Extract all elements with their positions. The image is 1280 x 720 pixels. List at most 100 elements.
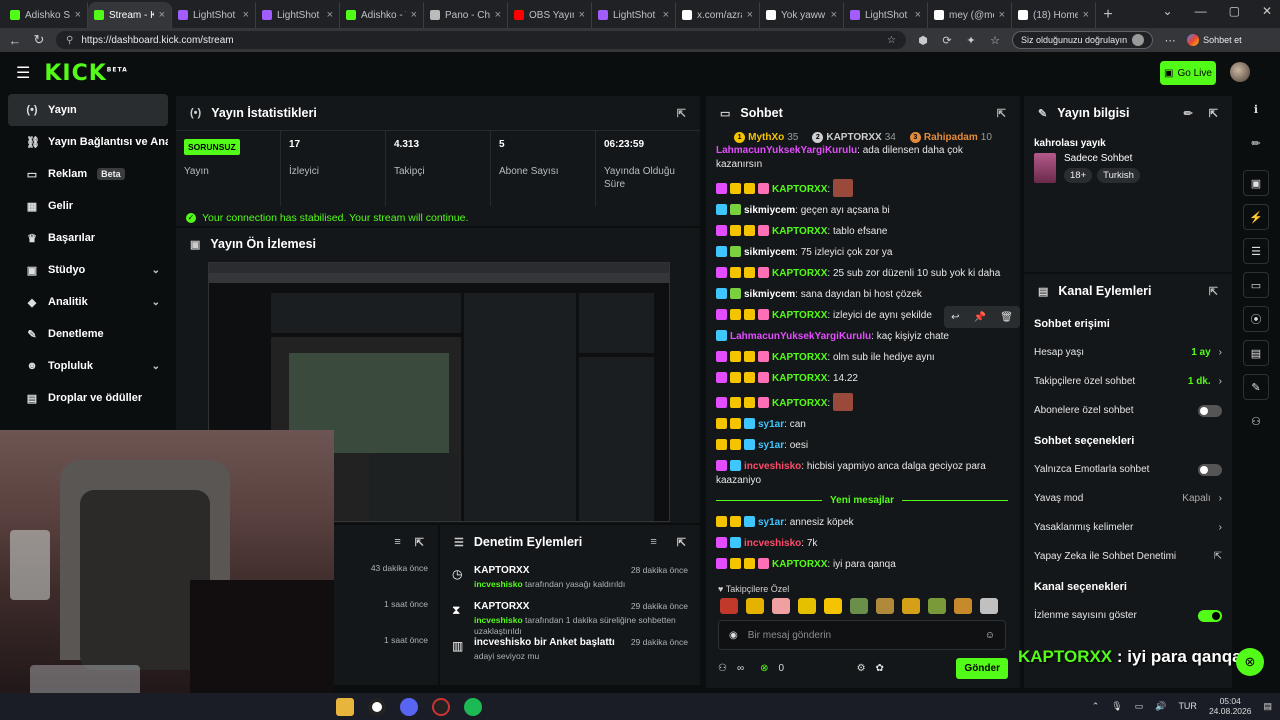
chat-message[interactable]: KAPTORXX: xyxy=(716,179,1008,197)
close-tab-icon[interactable]: × xyxy=(411,9,417,21)
moderation-entry[interactable]: ◷ KAPTORXX 28 dakika önce incveshisko taraf… xyxy=(440,559,700,595)
chat-message[interactable]: KAPTORXX: 14.22 xyxy=(716,372,1008,386)
volume-icon[interactable]: 🔊 xyxy=(1155,701,1166,712)
browser-tab[interactable]: LightShot tar × xyxy=(172,2,256,28)
chat-input[interactable]: ◉ Bir mesaj gönderin ☺ xyxy=(718,620,1006,650)
popout-icon[interactable]: ⇱ xyxy=(1209,107,1218,120)
browser-tab[interactable]: LightShot tar × xyxy=(844,2,928,28)
moderation-entry[interactable]: ▥ incveshisko bir Anket başlattı 29 dakika… xyxy=(440,631,700,667)
sidebar-item[interactable]: ♛ Başarılar xyxy=(8,222,168,254)
chat-message[interactable]: KAPTORXX: xyxy=(716,393,1008,411)
chat-widget-icon[interactable]: ▭ xyxy=(1243,272,1269,298)
tag-badge[interactable]: 18+ xyxy=(1064,168,1093,183)
chat-username[interactable]: KAPTORXX xyxy=(772,352,827,363)
browser-tab[interactable]: Stream - Kick × xyxy=(88,2,172,28)
screen-recorder-icon[interactable] xyxy=(432,697,450,716)
chat-username[interactable]: KAPTORXX xyxy=(772,373,827,384)
chat-username[interactable]: sy1ar xyxy=(758,419,784,430)
setting-row[interactable]: Takipçilere özel sohbet 1 dk. › xyxy=(1024,367,1232,396)
popout-icon[interactable]: ⇱ xyxy=(997,107,1006,120)
chat-username[interactable]: sy1ar xyxy=(758,440,784,451)
link-icon[interactable]: ∞ xyxy=(737,663,744,674)
close-tab-icon[interactable]: × xyxy=(1083,9,1089,21)
chat-message[interactable]: sy1ar: annesiz köpek xyxy=(716,516,1008,530)
stats-widget-icon[interactable]: ▣ xyxy=(1243,170,1269,196)
chat-message[interactable]: KAPTORXX: olm sub ile hediye aynı xyxy=(716,351,1008,365)
setting-row[interactable]: Abonelere özel sohbet xyxy=(1024,396,1232,425)
obs-icon[interactable] xyxy=(368,697,386,716)
discord-icon[interactable] xyxy=(400,697,418,716)
extensions-puzzle-icon[interactable]: ✦ xyxy=(964,34,978,47)
chevron-right-icon[interactable]: › xyxy=(1219,347,1222,358)
chat-username[interactable]: KAPTORXX xyxy=(772,226,827,237)
emote-icon[interactable] xyxy=(980,598,998,614)
leaderboard-entry[interactable]: 2 KAPTORXX 34 xyxy=(812,131,896,143)
sidebar-item[interactable]: ✎ Denetleme xyxy=(8,318,168,350)
sidebar-item[interactable]: ⛓ Yayın Bağlantısı ve Anahtarı xyxy=(8,126,168,158)
clock[interactable]: 05:04 24.08.2026 xyxy=(1209,696,1252,716)
sidebar-item[interactable]: ◆ Analitik ⌄ xyxy=(8,286,168,318)
chat-message[interactable]: incveshisko: 7k xyxy=(716,537,1008,551)
setting-row[interactable]: Yalnızca Emotlarla sohbet xyxy=(1024,455,1232,484)
file-explorer-icon[interactable] xyxy=(336,697,354,716)
tab-search-icon[interactable]: ⌄ xyxy=(1163,4,1173,18)
url-field[interactable]: ⚲ https://dashboard.kick.com/stream ☆ xyxy=(56,31,906,49)
favorites-icon[interactable]: ☆ xyxy=(988,34,1002,47)
close-window-icon[interactable]: ✕ xyxy=(1262,4,1272,18)
emote-icon[interactable] xyxy=(720,598,738,614)
chat-username[interactable]: KAPTORXX xyxy=(772,268,827,279)
tag-badge[interactable]: Turkish xyxy=(1097,168,1140,183)
send-button[interactable]: Gönder xyxy=(956,657,1008,679)
chat-message[interactable]: KAPTORXX: iyi para qanqa xyxy=(716,558,1008,572)
emote-icon[interactable] xyxy=(746,598,764,614)
close-tab-icon[interactable]: × xyxy=(75,9,81,21)
category-thumbnail[interactable] xyxy=(1034,153,1056,183)
toggle-switch[interactable] xyxy=(1198,609,1222,622)
back-icon[interactable]: ← xyxy=(8,33,22,48)
browser-tab[interactable]: LightShot tar × xyxy=(592,2,676,28)
browser-tab[interactable]: Yok yaww Gri × xyxy=(760,2,844,28)
close-tab-icon[interactable]: × xyxy=(327,9,333,21)
close-tab-icon[interactable]: × xyxy=(243,9,249,21)
pin-icon[interactable]: 📌 xyxy=(974,312,986,323)
flash-icon[interactable]: ⚡ xyxy=(1243,204,1269,230)
chat-username[interactable]: LahmacunYuksekYargiKurulu xyxy=(716,145,857,156)
actions-widget-icon[interactable]: ▤ xyxy=(1243,340,1269,366)
emoji-icon[interactable]: ☺ xyxy=(985,630,995,641)
emote-icon[interactable] xyxy=(876,598,894,614)
emote-icon[interactable] xyxy=(798,598,816,614)
chevron-right-icon[interactable]: › xyxy=(1219,522,1222,533)
bookmark-star-icon[interactable]: ☆ xyxy=(887,35,896,46)
close-tab-icon[interactable]: × xyxy=(495,9,501,21)
browser-tab[interactable]: Pano - Chisel × xyxy=(424,2,508,28)
setting-row[interactable]: İzlenme sayısını göster xyxy=(1024,601,1232,630)
sidebar-item[interactable]: ▣ Stüdyo ⌄ xyxy=(8,254,168,286)
tray-arrow-icon[interactable]: ⌃ xyxy=(1092,701,1100,712)
close-tab-icon[interactable]: × xyxy=(747,9,753,21)
chat-username[interactable]: incveshisko xyxy=(744,538,801,549)
category-name[interactable]: Sadece Sohbet xyxy=(1064,153,1140,164)
chat-username[interactable]: sikmiycem xyxy=(744,289,795,300)
avatar[interactable] xyxy=(1230,62,1250,82)
emote-icon[interactable] xyxy=(954,598,972,614)
close-tab-icon[interactable]: × xyxy=(999,9,1005,21)
verify-identity-button[interactable]: Siz olduğunuzu doğrulayın xyxy=(1012,31,1154,49)
chat-message[interactable]: sy1ar: oesi xyxy=(716,439,1008,453)
site-info-icon[interactable]: ⚲ xyxy=(66,35,73,46)
kick-logo[interactable]: KICKBETA xyxy=(44,61,127,86)
emote-icon[interactable] xyxy=(928,598,946,614)
chat-message[interactable]: incveshisko: hicbisi yapmiyo anca dalga … xyxy=(716,460,1008,488)
chat-username[interactable]: sikmiycem xyxy=(744,205,795,216)
chat-username[interactable]: KAPTORXX xyxy=(772,310,827,321)
setting-row[interactable]: Hesap yaşı 1 ay › xyxy=(1024,338,1232,367)
notifications-icon[interactable]: ▤ xyxy=(1263,701,1272,712)
leaderboard-entry[interactable]: 3 Rahipadam 10 xyxy=(909,131,992,143)
bot-icon[interactable]: ✿ xyxy=(876,663,884,674)
users-icon[interactable]: ⚇ xyxy=(1243,408,1269,434)
emote-icon[interactable] xyxy=(902,598,920,614)
browser-tab[interactable]: LightShot tar × xyxy=(256,2,340,28)
info-icon[interactable]: ℹ xyxy=(1243,96,1269,122)
popout-icon[interactable]: ⇱ xyxy=(677,107,686,120)
browser-tab[interactable]: (18) Home / × xyxy=(1012,2,1096,28)
external-link-icon[interactable]: ⇱ xyxy=(1214,551,1222,562)
